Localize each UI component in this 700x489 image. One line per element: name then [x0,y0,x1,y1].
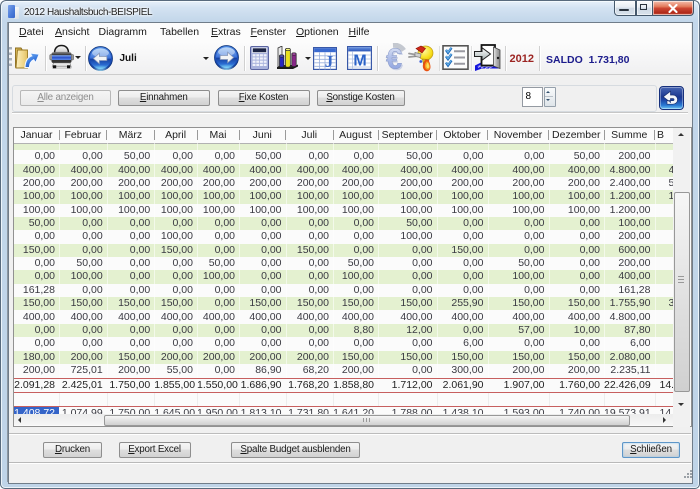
svg-text:€: € [386,44,402,73]
svg-text:M: M [353,53,366,70]
svg-text:J: J [324,52,333,70]
